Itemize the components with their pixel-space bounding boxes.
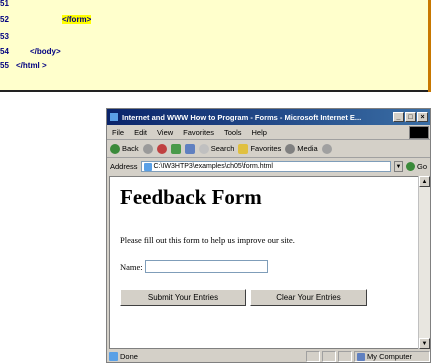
menu-bar: File Edit View Favorites Tools Help [107,125,430,140]
back-label: Back [122,144,139,153]
menu-file[interactable]: File [107,128,129,137]
back-button[interactable]: Back [110,143,139,154]
name-row: Name: [120,260,268,273]
media-icon [285,143,296,154]
page-content: Feedback Form Please fill out this form … [109,176,419,349]
go-label: Go [416,162,427,171]
my-computer-icon [357,352,365,361]
refresh-button[interactable] [170,143,181,154]
media-button[interactable]: Media [285,143,318,154]
refresh-icon [170,143,181,154]
scroll-up-icon[interactable]: ▲ [419,176,430,187]
address-input[interactable]: C:\IW3HTP3\examples\ch05\form.html [140,161,391,172]
ie-page-icon [143,162,152,171]
code-line-52: 52 </form> [0,12,92,26]
address-value: C:\IW3HTP3\examples\ch05\form.html [153,163,273,170]
search-button[interactable]: Search [198,143,235,154]
status-text: Done [120,352,138,361]
search-label: Search [210,144,235,153]
vertical-scrollbar[interactable]: ▲ ▼ [418,176,430,349]
favorites-label: Favorites [250,144,282,153]
menu-favorites[interactable]: Favorites [178,128,219,137]
line-number: 53 [0,31,9,41]
home-button[interactable] [184,143,195,154]
submit-button[interactable]: Submit Your Entries [120,289,246,306]
menu-help[interactable]: Help [247,128,272,137]
home-icon [184,143,195,154]
address-bar: Address C:\IW3HTP3\examples\ch05\form.ht… [107,159,430,174]
done-page-icon [109,352,118,361]
browser-window: Internet and WWW How to Program - Forms … [106,108,431,363]
stop-icon [156,143,167,154]
intro-text: Please fill out this form to help us imp… [120,235,295,245]
code-line-55: 55 </html > [0,58,47,72]
code-listing: 51 52 </form> 53 54 </body> 55 </html > [0,0,431,92]
status-cell [338,351,352,362]
back-arrow-icon [110,143,120,154]
history-button[interactable] [321,143,332,154]
maximize-icon[interactable]: □ [405,112,416,122]
menu-edit[interactable]: Edit [129,128,152,137]
menu-view[interactable]: View [152,128,178,137]
line-number: 55 [0,60,9,70]
status-bar: Done My Computer [107,350,430,362]
ie-page-icon [109,112,119,122]
line-number: 52 [0,14,9,24]
page-title: Feedback Form [120,185,262,209]
favorites-icon [238,143,249,154]
forward-button[interactable] [142,143,153,154]
name-field[interactable] [144,260,268,273]
history-icon [321,143,332,154]
status-cell [306,351,320,362]
windows-logo-icon [409,126,429,139]
window-title: Internet and WWW How to Program - Forms … [122,112,362,122]
minimize-icon[interactable]: _ [393,112,404,122]
code-line-53: 53 [0,29,12,43]
forward-arrow-icon [142,143,153,154]
line-number: 51 [0,0,9,8]
scroll-down-icon[interactable]: ▼ [419,338,430,349]
search-icon [198,143,209,154]
close-icon[interactable]: × [417,112,428,122]
name-label: Name: [120,261,143,272]
address-dropdown-button[interactable]: ▼ [393,161,403,172]
zone-cell: My Computer [354,351,430,362]
code-line-54: 54 </body> [0,44,61,58]
code-text-body-close: </body> [30,46,61,56]
stop-button[interactable] [156,143,167,154]
menu-tools[interactable]: Tools [219,128,247,137]
zone-text: My Computer [367,352,413,361]
address-label: Address [110,162,138,171]
favorites-button[interactable]: Favorites [238,143,282,154]
code-line-51: 51 [0,0,12,10]
reset-button[interactable]: Clear Your Entries [250,289,367,306]
code-text-form-close: </form> [62,14,92,24]
status-cell [322,351,336,362]
line-number: 54 [0,46,9,56]
toolbar: Back Search Favorites Media [107,140,430,158]
window-controls: _ □ × [393,112,428,122]
media-label: Media [297,144,318,153]
go-button[interactable]: Go [405,162,427,171]
code-text-html-close: </html > [16,60,47,70]
title-bar[interactable]: Internet and WWW How to Program - Forms … [107,109,430,125]
go-arrow-icon [405,162,415,171]
